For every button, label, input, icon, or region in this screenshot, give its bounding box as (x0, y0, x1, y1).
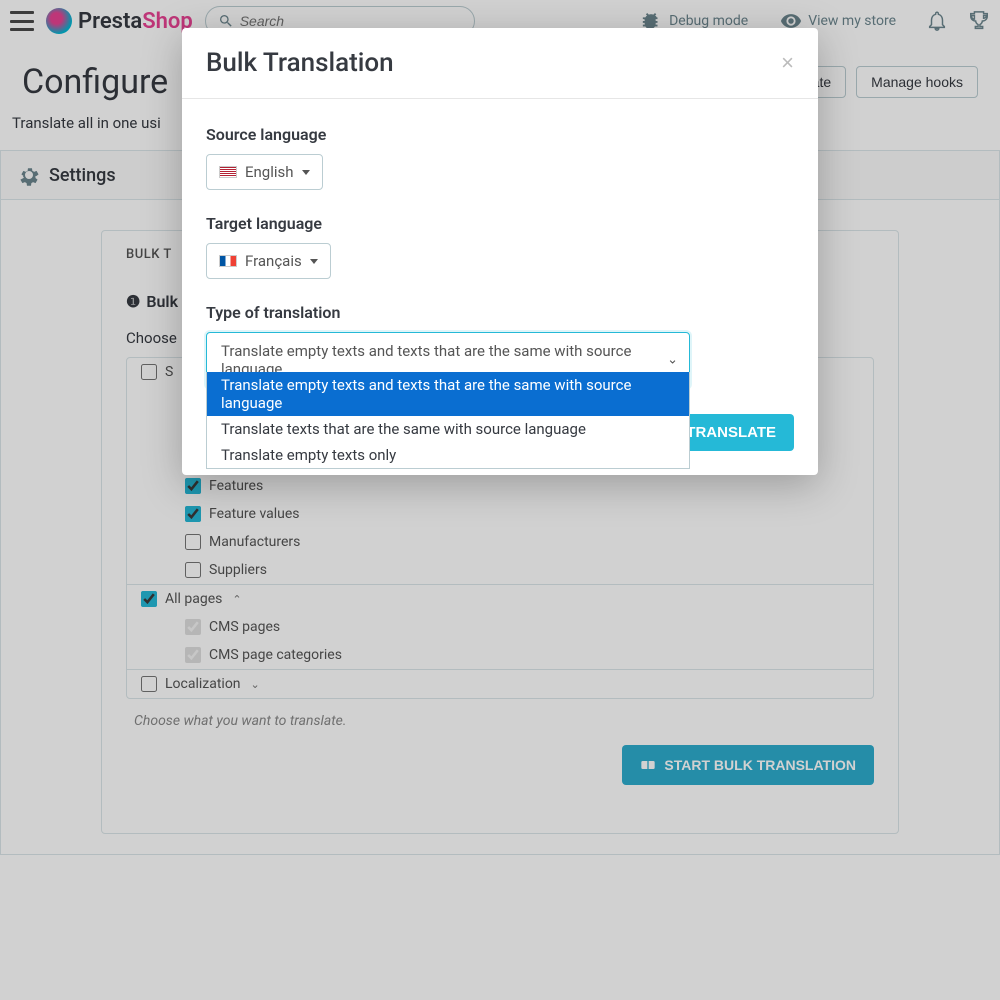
target-language-value: Français (245, 252, 302, 270)
close-icon[interactable]: × (781, 52, 794, 74)
option-empty-only[interactable]: Translate empty texts only (207, 442, 689, 468)
translation-type-select[interactable]: Translate empty texts and texts that are… (206, 332, 690, 388)
option-same-as-source[interactable]: Translate texts that are the same with s… (207, 416, 689, 442)
modal-header: Bulk Translation × (182, 28, 818, 99)
translation-type-label: Type of translation (206, 303, 794, 322)
flag-fr-icon (219, 255, 237, 267)
target-language-label: Target language (206, 214, 794, 233)
caret-down-icon (302, 170, 310, 175)
source-language-value: English (245, 163, 294, 181)
modal-title: Bulk Translation (206, 48, 394, 78)
bulk-translation-modal: Bulk Translation × Source language Engli… (182, 28, 818, 475)
option-empty-and-same[interactable]: Translate empty texts and texts that are… (207, 372, 689, 416)
modal-overlay: Bulk Translation × Source language Engli… (0, 0, 1000, 1000)
flag-en-icon (219, 166, 237, 178)
translation-type-options: Translate empty texts and texts that are… (206, 372, 690, 469)
source-language-label: Source language (206, 125, 794, 144)
target-language-dropdown[interactable]: Français (206, 243, 331, 279)
caret-down-icon (310, 259, 318, 264)
source-language-dropdown[interactable]: English (206, 154, 323, 190)
